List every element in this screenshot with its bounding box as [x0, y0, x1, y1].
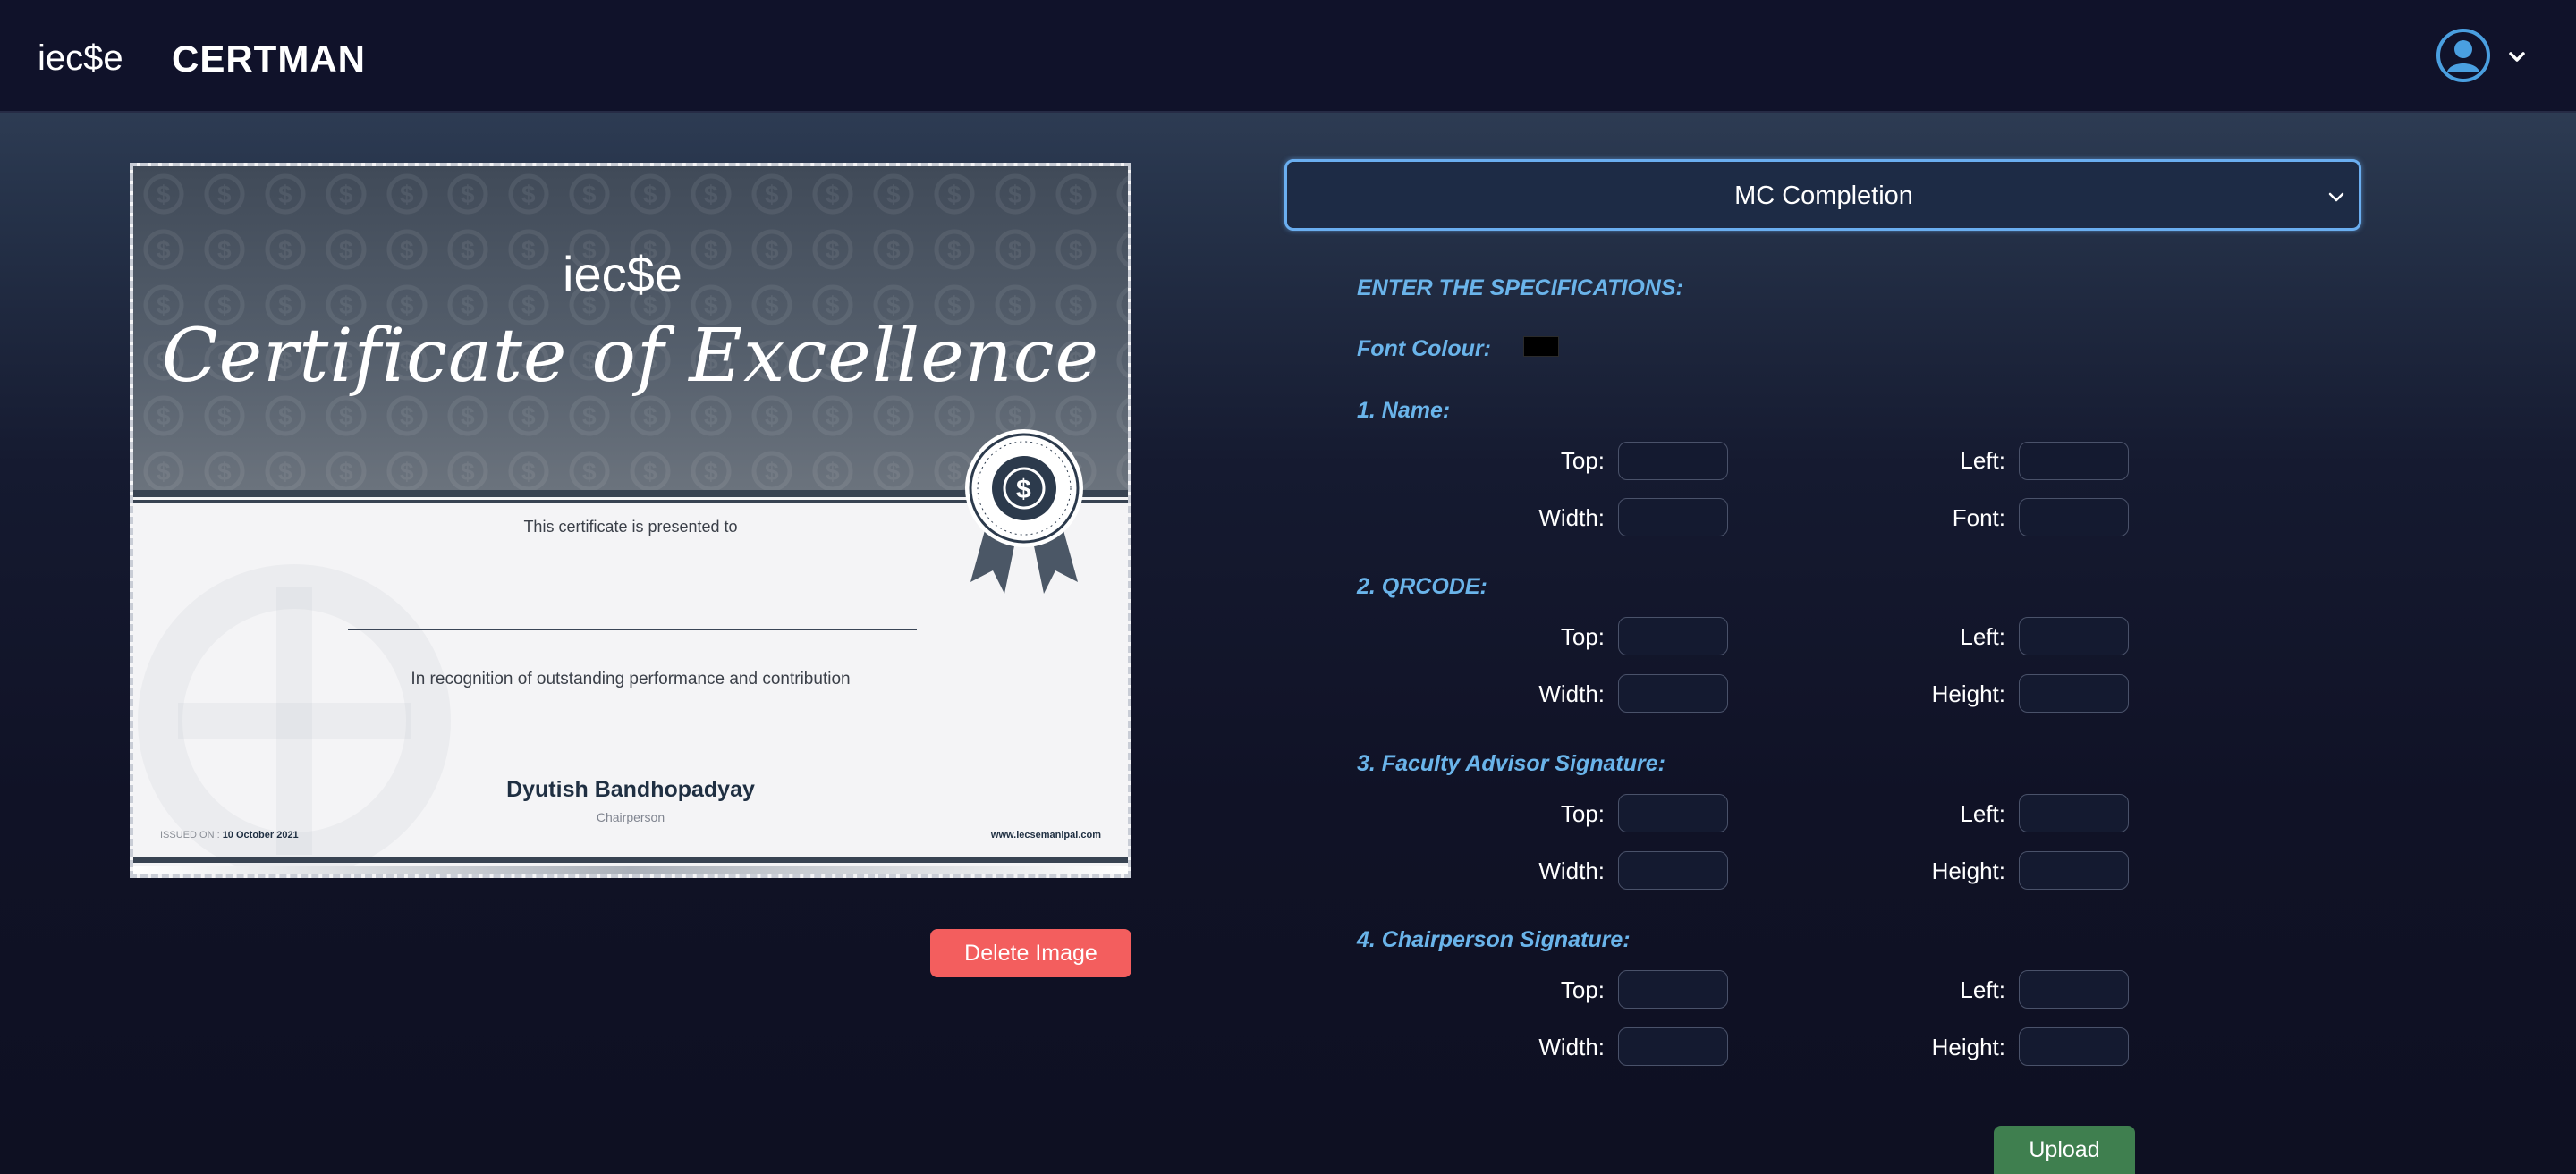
issued-on: ISSUED ON : 10 October 2021 [160, 830, 299, 840]
qrcode-top-input[interactable] [1618, 617, 1728, 655]
faculty-width-label: Width: [1538, 857, 1605, 884]
iecse-logo[interactable]: iec$e [38, 30, 154, 84]
font-colour-swatch[interactable] [1523, 336, 1559, 357]
signatory-role: Chairperson [596, 810, 665, 824]
user-avatar-icon[interactable] [2435, 27, 2492, 84]
name-width-label: Width: [1538, 504, 1605, 531]
chair-top-input[interactable] [1618, 970, 1728, 1009]
chevron-down-icon[interactable] [2506, 46, 2528, 68]
app-root: iec$e CERTMAN $ iec$e [0, 0, 2576, 1174]
name-top-input[interactable] [1618, 442, 1728, 480]
svg-text:iec$e: iec$e [38, 38, 123, 78]
medal-badge-icon: $ [965, 429, 1083, 594]
chair-width-label: Width: [1538, 1034, 1605, 1060]
name-top-label: Top: [1560, 447, 1605, 474]
chair-top-label: Top: [1560, 976, 1605, 1003]
delete-image-button[interactable]: Delete Image [930, 929, 1131, 977]
name-left-label: Left: [1960, 447, 2005, 474]
section-faculty-signature-label: 3. Faculty Advisor Signature: [1357, 751, 1665, 776]
qrcode-top-label: Top: [1560, 623, 1605, 650]
chair-width-input[interactable] [1618, 1027, 1728, 1066]
qrcode-left-label: Left: [1960, 623, 2005, 650]
issued-date: 10 October 2021 [222, 830, 299, 840]
section-qrcode-label: 2. QRCODE: [1357, 574, 1487, 599]
qrcode-left-input[interactable] [2019, 617, 2129, 655]
faculty-left-label: Left: [1960, 800, 2005, 827]
chair-height-label: Height: [1931, 1034, 2005, 1060]
qrcode-width-input[interactable] [1618, 674, 1728, 713]
template-select-value: MC Completion [1734, 182, 1913, 210]
name-font-input[interactable] [2019, 498, 2129, 536]
certificate-footer-gradient [133, 866, 1128, 874]
chair-left-label: Left: [1960, 976, 2005, 1003]
brand-title: CERTMAN [172, 38, 366, 80]
svg-text:$: $ [1016, 475, 1031, 504]
section-name-label: 1. Name: [1357, 398, 1451, 423]
qrcode-height-input[interactable] [2019, 674, 2129, 713]
signatory-name: Dyutish Bandhopadyay [506, 777, 755, 802]
qrcode-height-label: Height: [1931, 680, 2005, 707]
qrcode-width-label: Width: [1538, 680, 1605, 707]
chair-left-input[interactable] [2019, 970, 2129, 1009]
name-font-label: Font: [1952, 504, 2005, 531]
font-colour-label: Font Colour: [1357, 336, 1491, 361]
top-header: iec$e CERTMAN [0, 0, 2576, 113]
faculty-left-input[interactable] [2019, 794, 2129, 832]
name-left-input[interactable] [2019, 442, 2129, 480]
upload-button[interactable]: Upload [1994, 1126, 2135, 1174]
svg-text:iec$e: iec$e [563, 247, 682, 302]
faculty-top-input[interactable] [1618, 794, 1728, 832]
section-chairperson-signature-label: 4. Chairperson Signature: [1357, 927, 1631, 952]
template-select[interactable]: MC Completion [1284, 159, 2361, 231]
specifications-title: ENTER THE SPECIFICATIONS: [1357, 275, 1683, 300]
certificate-recognition-text: In recognition of outstanding performanc… [411, 670, 851, 688]
certificate-title: Certificate of Excellence [161, 314, 1100, 399]
certificate-footer-band [133, 857, 1128, 863]
faculty-width-input[interactable] [1618, 851, 1728, 890]
chair-height-input[interactable] [2019, 1027, 2129, 1066]
certificate-logo: iec$e [563, 247, 682, 302]
faculty-height-input[interactable] [2019, 851, 2129, 890]
faculty-height-label: Height: [1931, 857, 2005, 884]
faculty-top-label: Top: [1560, 800, 1605, 827]
issued-label: ISSUED ON : [160, 830, 220, 840]
chevron-down-icon [2328, 192, 2344, 202]
certificate-website: www.iecsemanipal.com [990, 830, 1101, 840]
certificate-preview[interactable]: $ iec$e Certificate of Excellence This c… [130, 163, 1131, 878]
recipient-name-line [348, 629, 917, 630]
name-width-input[interactable] [1618, 498, 1728, 536]
